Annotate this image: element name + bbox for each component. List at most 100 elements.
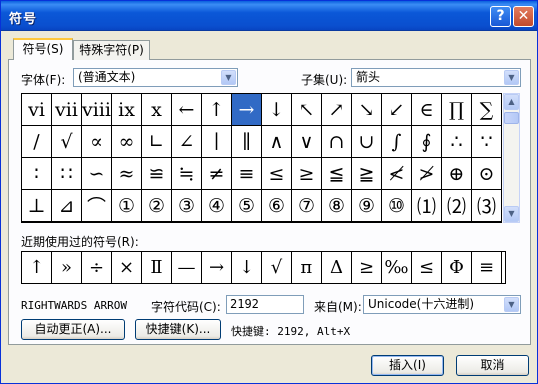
symbol-cell[interactable]: ⊿ xyxy=(52,190,82,222)
symbol-cell[interactable]: ① xyxy=(112,190,142,222)
symbol-cell[interactable]: → xyxy=(232,94,262,126)
tab-symbols[interactable]: 符号(S) xyxy=(13,38,73,60)
recent-symbol-cell[interactable]: Ⅱ xyxy=(142,252,172,283)
symbol-cell[interactable]: ≠ xyxy=(202,158,232,190)
symbol-cell[interactable]: ≒ xyxy=(172,158,202,190)
symbol-cell[interactable]: ≌ xyxy=(142,158,172,190)
recent-symbol-cell[interactable]: √ xyxy=(262,252,292,283)
symbol-grid[interactable]: ⅵ ⅶ ⅷ ⅸ ⅹ ← ↑ → ↓ ↖ ↗ ↘ ↙ ∈ ∏ ∑ ∕ √ ∝ ∞ ∟ ∠ ∣ ∥ ∧ ∨ ∩ ∪ ∫ ∮ ∴ ∵ ∶ ∷ ∽ ≈ ≌ ≒ ≠ ≡… xyxy=(21,93,502,223)
recent-symbol-cell[interactable]: ↓ xyxy=(232,252,262,283)
font-select[interactable]: (普通文本) ▼ xyxy=(73,68,238,87)
symbol-grid-scrollbar[interactable]: ▲ ▼ xyxy=(503,93,520,223)
symbol-cell[interactable]: ∪ xyxy=(352,126,382,158)
symbol-cell[interactable]: ⑩ xyxy=(382,190,412,222)
close-button[interactable]: ✕ xyxy=(513,6,534,27)
symbol-cell[interactable]: ∣ xyxy=(202,126,232,158)
symbol-cell[interactable]: ∥ xyxy=(232,126,262,158)
symbol-cell[interactable]: ∠ xyxy=(172,126,202,158)
recent-symbol-cell[interactable]: ≤ xyxy=(412,252,442,283)
scroll-thumb[interactable] xyxy=(504,112,519,124)
symbol-cell[interactable]: √ xyxy=(52,126,82,158)
symbol-cell[interactable]: ↙ xyxy=(382,94,412,126)
scroll-down-icon[interactable]: ▼ xyxy=(504,206,519,222)
recent-symbol-cell[interactable]: ‰ xyxy=(382,252,412,283)
symbol-cell[interactable]: ⅷ xyxy=(82,94,112,126)
symbol-cell[interactable]: ∷ xyxy=(52,158,82,190)
symbol-cell[interactable]: ∫ xyxy=(382,126,412,158)
recent-symbol-cell[interactable]: Φ xyxy=(442,252,472,283)
cancel-button[interactable]: 取消 xyxy=(456,355,529,376)
symbol-cell[interactable]: ≈ xyxy=(112,158,142,190)
symbol-cell[interactable]: ∏ xyxy=(442,94,472,126)
symbol-cell[interactable]: ∮ xyxy=(412,126,442,158)
symbol-cell[interactable]: ≧ xyxy=(352,158,382,190)
symbol-cell[interactable]: ② xyxy=(142,190,172,222)
symbol-cell[interactable]: ⅵ xyxy=(22,94,52,126)
symbol-cell[interactable]: ⑴ xyxy=(412,190,442,222)
symbol-cell[interactable]: ⑨ xyxy=(352,190,382,222)
from-select[interactable]: Unicode(十六进制) ▼ xyxy=(363,295,521,314)
symbol-cell[interactable]: ∽ xyxy=(82,158,112,190)
recent-symbol-cell[interactable]: Δ xyxy=(322,252,352,283)
symbol-cell[interactable]: ⊕ xyxy=(442,158,472,190)
symbol-cell[interactable]: ↘ xyxy=(352,94,382,126)
symbol-cell[interactable]: ⑵ xyxy=(442,190,472,222)
symbol-cell[interactable]: ∟ xyxy=(142,126,172,158)
autocorrect-button[interactable]: 自动更正(A)... xyxy=(21,319,125,340)
shortcut-key-button[interactable]: 快捷键(K)... xyxy=(135,319,221,340)
symbol-cell[interactable]: ⑶ xyxy=(472,190,502,222)
symbol-cell[interactable]: ⑦ xyxy=(292,190,322,222)
symbol-cell[interactable]: ↗ xyxy=(322,94,352,126)
symbol-cell[interactable]: ∞ xyxy=(112,126,142,158)
symbol-cell[interactable]: ⅹ xyxy=(142,94,172,126)
symbol-cell[interactable]: ∧ xyxy=(262,126,292,158)
symbol-cell[interactable]: ≦ xyxy=(322,158,352,190)
symbol-cell[interactable]: ↑ xyxy=(202,94,232,126)
recent-symbol-cell[interactable]: ÷ xyxy=(82,252,112,283)
symbol-cell[interactable]: ≮ xyxy=(382,158,412,190)
insert-button[interactable]: 插入(I) xyxy=(371,355,444,376)
symbol-cell[interactable]: ∈ xyxy=(412,94,442,126)
tab-special-characters[interactable]: 特殊字符(P) xyxy=(73,40,150,60)
symbol-cell[interactable]: ∕ xyxy=(22,126,52,158)
symbol-cell[interactable]: ⅸ xyxy=(112,94,142,126)
symbol-cell[interactable]: ⑥ xyxy=(262,190,292,222)
symbol-cell[interactable]: ∝ xyxy=(82,126,112,158)
recent-symbol-cell[interactable]: » xyxy=(52,252,82,283)
help-button[interactable]: ? xyxy=(490,6,511,27)
symbol-cell[interactable]: ③ xyxy=(172,190,202,222)
symbol-cell[interactable]: ≥ xyxy=(292,158,322,190)
symbol-cell[interactable]: ⑤ xyxy=(232,190,262,222)
chevron-down-icon[interactable]: ▼ xyxy=(504,297,519,312)
symbol-cell[interactable]: ⌒ xyxy=(82,190,112,222)
scroll-up-icon[interactable]: ▲ xyxy=(504,94,519,110)
symbol-cell[interactable]: ∩ xyxy=(322,126,352,158)
recent-symbol-cell[interactable]: ≡ xyxy=(472,252,502,283)
symbol-cell[interactable]: ≯ xyxy=(412,158,442,190)
recent-symbol-cell[interactable]: ↑ xyxy=(22,252,52,283)
symbol-cell[interactable]: ↖ xyxy=(292,94,322,126)
title-bar[interactable]: 符号 ? ✕ xyxy=(1,1,537,31)
symbol-cell[interactable]: ∶ xyxy=(22,158,52,190)
symbol-cell[interactable]: ⊙ xyxy=(472,158,502,190)
symbol-cell[interactable]: ∨ xyxy=(292,126,322,158)
chevron-down-icon[interactable]: ▼ xyxy=(504,70,519,85)
symbol-cell[interactable]: ← xyxy=(172,94,202,126)
symbol-cell[interactable]: ∴ xyxy=(442,126,472,158)
subset-select[interactable]: 箭头 ▼ xyxy=(351,68,521,87)
recent-symbol-cell[interactable]: ≥ xyxy=(352,252,382,283)
symbol-cell[interactable]: ≡ xyxy=(232,158,262,190)
char-code-input[interactable]: 2192 xyxy=(226,295,304,314)
recent-symbol-cell[interactable]: п xyxy=(292,252,322,283)
symbol-cell[interactable]: ⊥ xyxy=(22,190,52,222)
chevron-down-icon[interactable]: ▼ xyxy=(221,70,236,85)
symbol-cell[interactable]: ≤ xyxy=(262,158,292,190)
symbol-cell[interactable]: ↓ xyxy=(262,94,292,126)
symbol-cell[interactable]: ⑧ xyxy=(322,190,352,222)
recent-symbol-cell[interactable]: × xyxy=(112,252,142,283)
recent-symbols-grid[interactable]: ↑» ÷ × Ⅱ — → ↓ √ п Δ ≥ ‰ ≤ Φ ≡ xyxy=(21,251,506,284)
symbol-cell[interactable]: ∵ xyxy=(472,126,502,158)
recent-symbol-cell[interactable]: — xyxy=(172,252,202,283)
symbol-cell[interactable]: ⅶ xyxy=(52,94,82,126)
symbol-cell[interactable]: ∑ xyxy=(472,94,502,126)
